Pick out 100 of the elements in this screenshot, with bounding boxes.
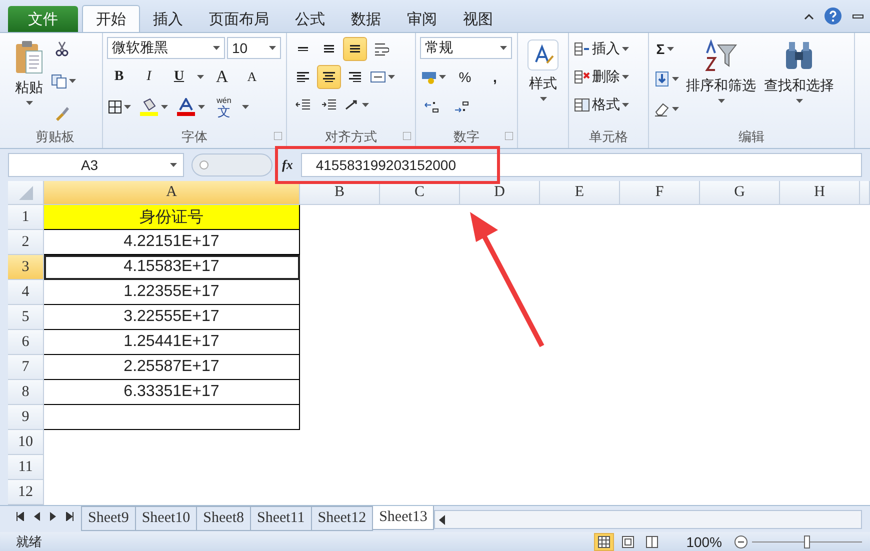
status-text: 就绪 — [16, 532, 42, 551]
row-header[interactable]: 12 — [8, 480, 44, 506]
dropdown-caret-icon — [540, 97, 546, 101]
row-header[interactable]: 9 — [8, 405, 44, 430]
font-size-field[interactable]: 10 — [227, 37, 281, 59]
formula-field[interactable]: 415583199203152000 — [300, 153, 862, 178]
row-header[interactable]: 7 — [8, 355, 44, 380]
table-cell: 1.25441E+17 — [44, 330, 300, 356]
bold-button[interactable]: B — [107, 65, 131, 89]
ribbon-tab[interactable]: 开始 — [82, 5, 140, 32]
vertical-align-button[interactable] — [343, 37, 367, 61]
zoom-slider[interactable] — [752, 534, 862, 549]
column-header[interactable]: G — [700, 181, 780, 206]
percent-button[interactable]: % — [453, 65, 477, 89]
column-header[interactable]: E — [540, 181, 620, 206]
dropdown-caret-icon — [666, 47, 674, 51]
dropdown-caret-icon — [26, 101, 32, 105]
zoom-out-icon — [734, 534, 748, 549]
cells-menu-button[interactable]: 格式 — [573, 93, 630, 117]
ribbon-tab[interactable]: 页面布局 — [196, 6, 282, 32]
file-menu-tab[interactable]: 文件 — [8, 6, 78, 32]
font-name-field[interactable]: 微软雅黑 — [107, 37, 225, 59]
horizontal-scrollbar[interactable] — [434, 510, 862, 530]
dropdown-caret-icon — [170, 163, 177, 168]
row-header[interactable]: 3 — [8, 255, 44, 280]
column-header[interactable]: A — [44, 181, 300, 206]
column-header[interactable]: D — [460, 181, 540, 206]
row-header[interactable]: 10 — [8, 430, 44, 456]
delete-cells-icon — [574, 69, 590, 85]
ribbon-tab[interactable]: 公式 — [282, 6, 338, 32]
next-sheet-icon — [50, 512, 56, 522]
sheet-tab[interactable]: Sheet8 — [196, 506, 251, 532]
group-label: 数字 — [416, 126, 517, 148]
cells-menu-button[interactable]: 删除 — [573, 65, 630, 89]
format-cells-icon — [574, 97, 590, 113]
last-sheet-icon — [66, 512, 74, 522]
sort-filter-button[interactable]: 排序和筛选 — [684, 37, 758, 126]
dropdown-caret-icon — [269, 46, 276, 50]
dropdown-caret-icon — [622, 75, 629, 79]
autosum-button[interactable]: Σ — [653, 37, 677, 61]
decimal-arrow-icon — [454, 99, 470, 115]
insert-function-button[interactable]: fx — [280, 157, 295, 174]
row-header[interactable]: 5 — [8, 305, 44, 330]
ribbon-tab[interactable]: 插入 — [140, 6, 196, 32]
dropdown-caret-icon — [161, 105, 168, 109]
italic-button[interactable]: I — [137, 65, 161, 89]
clipboard-icon — [14, 39, 44, 75]
row-header[interactable]: 8 — [8, 380, 44, 406]
page-break-icon — [646, 536, 658, 548]
column-header[interactable]: F — [620, 181, 700, 206]
dropdown-caret-icon — [198, 105, 205, 109]
ribbon-tab[interactable]: 审阅 — [394, 6, 450, 32]
increase-font-button[interactable]: A — [210, 65, 234, 89]
phonetic-button[interactable]: wén 文 — [212, 95, 236, 119]
comma-button[interactable]: , — [483, 65, 507, 89]
restore-icon — [852, 12, 864, 20]
sheet-tab[interactable]: Sheet11 — [250, 506, 312, 532]
row-header[interactable]: 4 — [8, 280, 44, 306]
table-cell: 3.22555E+17 — [44, 305, 300, 330]
sheet-tab[interactable]: Sheet9 — [81, 506, 136, 532]
first-sheet-icon — [16, 512, 24, 522]
view-button[interactable] — [594, 532, 614, 551]
ribbon-tab[interactable]: 数据 — [338, 6, 394, 32]
wrap-text-icon — [373, 41, 389, 57]
grid-view-icon — [598, 536, 610, 548]
number-format-field[interactable]: 常规 — [420, 37, 512, 59]
styles-button[interactable]: 样式 — [522, 37, 564, 126]
dropdown-caret-icon — [500, 46, 507, 50]
cells-menu-button[interactable]: 插入 — [573, 37, 630, 61]
dropdown-caret-icon — [388, 75, 395, 79]
row-header[interactable]: 1 — [8, 205, 44, 230]
copy-icon — [51, 73, 67, 89]
row-header[interactable]: 6 — [8, 330, 44, 356]
minimize-ribbon-icon — [804, 12, 814, 20]
corner-triangle-icon — [18, 186, 32, 200]
align-icon — [297, 72, 309, 82]
align-icon — [298, 46, 308, 52]
font-color-icon — [176, 98, 196, 116]
dropdown-caret-icon — [213, 46, 220, 50]
row-header[interactable]: 11 — [8, 455, 44, 480]
align-icon — [349, 72, 361, 82]
decrease-font-button[interactable]: A — [240, 65, 264, 89]
page-layout-icon — [622, 536, 634, 548]
row-header[interactable]: 2 — [8, 230, 44, 256]
font-color-button[interactable] — [175, 95, 206, 119]
sheet-tab[interactable]: Sheet10 — [134, 506, 198, 532]
eraser-icon — [654, 101, 670, 117]
column-header[interactable]: H — [780, 181, 860, 206]
sheet-tab[interactable]: Sheet13 — [372, 506, 434, 530]
ribbon-tab[interactable]: 视图 — [450, 6, 506, 32]
horizontal-align-button[interactable] — [317, 65, 341, 89]
sort-filter-icon — [704, 39, 738, 73]
name-box[interactable]: A3 — [8, 153, 184, 178]
group-label: 剪贴板 — [34, 128, 76, 146]
paste-button[interactable]: 粘贴 — [12, 37, 46, 126]
find-select-button[interactable]: 查找和选择 — [762, 37, 836, 126]
dropdown-caret-icon — [197, 75, 204, 79]
dropdown-caret-icon — [672, 77, 679, 81]
zoom-slider-thumb[interactable] — [804, 535, 810, 548]
underline-button[interactable]: U — [167, 65, 191, 89]
